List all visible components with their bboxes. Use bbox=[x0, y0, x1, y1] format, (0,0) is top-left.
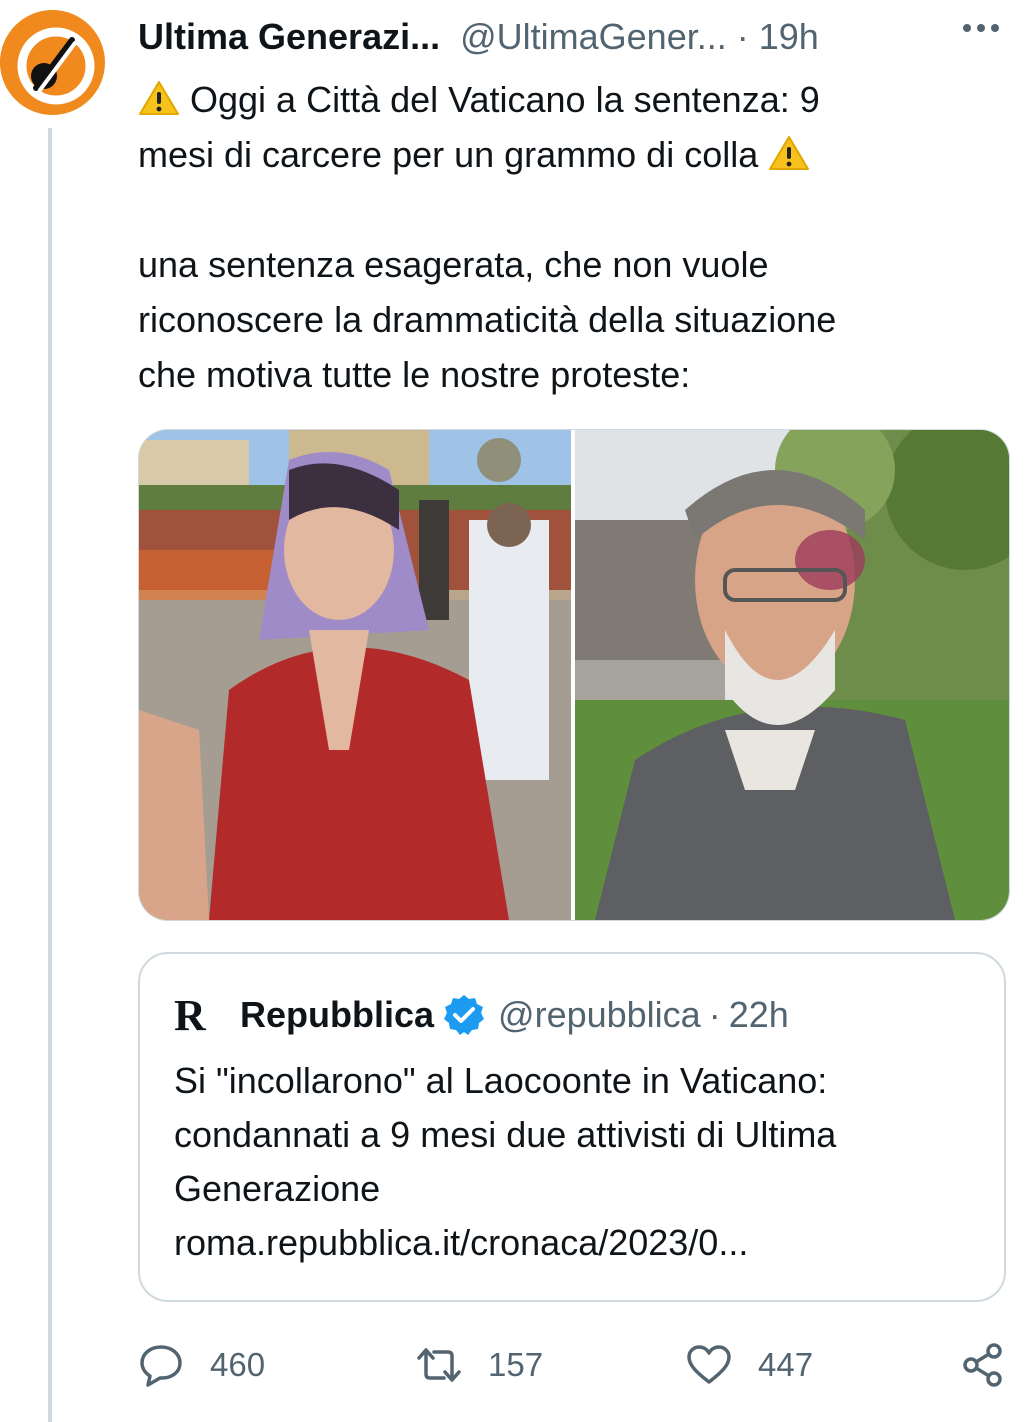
tweet-line: Oggi a Città del Vaticano la sentenza: 9 bbox=[190, 79, 820, 120]
warning-icon bbox=[769, 136, 810, 170]
tweet-time[interactable]: 19h bbox=[759, 16, 819, 58]
repubblica-logo: R bbox=[174, 990, 206, 1040]
separator-dot: · bbox=[708, 994, 721, 1035]
photo-man[interactable] bbox=[575, 430, 1009, 920]
share-icon bbox=[963, 1343, 1002, 1387]
author-handle[interactable]: @UltimaGener... bbox=[460, 16, 727, 58]
tweet-header: Ultima Generazi... @UltimaGener... · 19h bbox=[138, 14, 1027, 60]
quoted-tweet-header: R Repubblica @repubblica · 22h bbox=[174, 990, 994, 1040]
reply-count: 460 bbox=[210, 1346, 266, 1383]
more-options-icon[interactable] bbox=[957, 4, 1005, 52]
quoted-link[interactable]: roma.repubblica.it/cronaca/2023/0... bbox=[174, 1216, 974, 1270]
heart-icon bbox=[687, 1345, 731, 1384]
quoted-text-line: condannati a 9 mesi due attivisti di Ult… bbox=[174, 1114, 837, 1155]
tweet-media[interactable] bbox=[138, 429, 1010, 921]
verified-badge-icon bbox=[444, 995, 485, 1035]
retweet-button[interactable]: 157 bbox=[416, 1330, 543, 1400]
reply-button[interactable]: 460 bbox=[138, 1330, 265, 1400]
like-count: 447 bbox=[758, 1346, 814, 1383]
quoted-tweet[interactable]: R Repubblica @repubblica · 22h Si "incol… bbox=[138, 952, 1006, 1302]
tweet-line: una sentenza esagerata, che non vuole bbox=[138, 244, 769, 285]
photo-woman[interactable] bbox=[139, 430, 571, 920]
quoted-tweet-text: Si "incollarono" al Laocoonte in Vatican… bbox=[174, 1054, 974, 1270]
quoted-author-handle[interactable]: @repubblica bbox=[498, 994, 701, 1036]
tweet-line: riconoscere la drammaticità della situaz… bbox=[138, 299, 837, 340]
share-button[interactable] bbox=[960, 1330, 1006, 1400]
author-name[interactable]: Ultima Generazi... bbox=[138, 16, 440, 58]
retweet-icon bbox=[417, 1348, 461, 1382]
quoted-tweet-time[interactable]: 22h bbox=[729, 994, 789, 1036]
tweet-line: che motiva tutte le nostre proteste: bbox=[138, 354, 691, 395]
quoted-author-name[interactable]: Repubblica bbox=[240, 994, 434, 1036]
tweet-actions: 460 157 447 bbox=[138, 1330, 1008, 1400]
tweet-line: mesi di carcere per un grammo di colla bbox=[138, 134, 759, 175]
tweet-text: Oggi a Città del Vaticano la sentenza: 9… bbox=[138, 72, 998, 402]
separator-dot: · bbox=[736, 16, 749, 57]
ultima-generazione-logo-icon bbox=[0, 10, 104, 114]
quoted-text-line: Generazione bbox=[174, 1168, 381, 1209]
thread-line bbox=[48, 128, 52, 1422]
reply-icon bbox=[140, 1345, 182, 1387]
avatar[interactable] bbox=[0, 10, 105, 115]
quoted-text-line: Si "incollarono" al Laocoonte in Vatican… bbox=[174, 1060, 828, 1101]
like-button[interactable]: 447 bbox=[686, 1330, 813, 1400]
retweet-count: 157 bbox=[488, 1346, 544, 1383]
warning-icon bbox=[139, 81, 179, 115]
